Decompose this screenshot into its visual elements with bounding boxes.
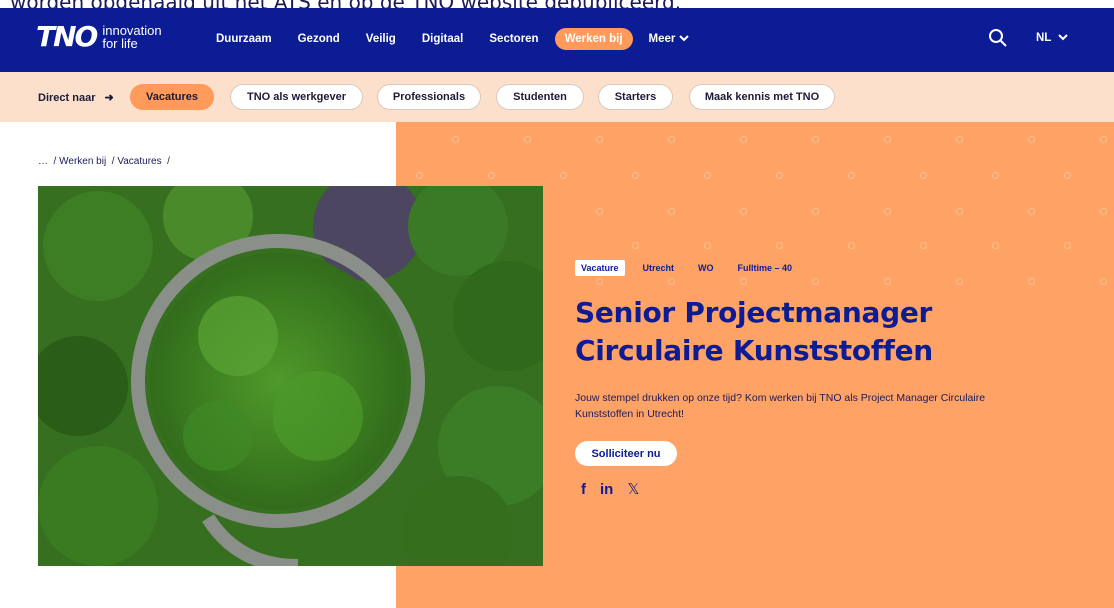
- facebook-icon[interactable]: f: [581, 481, 586, 498]
- apply-button[interactable]: Solliciteer nu: [575, 441, 677, 466]
- decorative-dot: [1028, 278, 1035, 285]
- decorative-dot: [992, 172, 999, 179]
- decorative-dot: [596, 136, 603, 143]
- direct-to-bar: Direct naar ➜ Vacatures TNO als werkgeve…: [0, 72, 1114, 122]
- chevron-down-icon: [1058, 32, 1069, 44]
- decorative-dot: [920, 242, 927, 249]
- language-selector[interactable]: NL: [1036, 32, 1069, 44]
- main-nav: Duurzaam Gezond Veilig Digitaal Sectoren…: [206, 28, 705, 50]
- decorative-dot: [848, 242, 855, 249]
- decorative-dot: [1064, 242, 1071, 249]
- nav-meer[interactable]: Meer: [639, 28, 700, 50]
- decorative-dot: [632, 172, 639, 179]
- decorative-dot: [920, 172, 927, 179]
- language-label: NL: [1036, 32, 1052, 44]
- breadcrumb: … / Werken bij / Vacatures /: [38, 156, 170, 167]
- pill-starters[interactable]: Starters: [598, 84, 673, 110]
- decorative-dot: [668, 136, 675, 143]
- tag-hours: Fulltime – 40: [737, 263, 793, 273]
- decorative-dot: [812, 278, 819, 285]
- nav-veilig[interactable]: Veilig: [356, 28, 406, 50]
- search-icon[interactable]: [988, 28, 1010, 50]
- arrow-right-icon: ➜: [104, 92, 114, 104]
- x-twitter-icon[interactable]: 𝕏: [627, 480, 639, 498]
- direct-to-text: Direct naar: [38, 92, 96, 104]
- decorative-dot: [884, 208, 891, 215]
- decorative-dot: [1028, 136, 1035, 143]
- decorative-dot: [416, 172, 423, 179]
- nav-meer-label: Meer: [648, 33, 676, 45]
- cropped-text: worden opgehaald uit het ATS en op de TN…: [10, 0, 681, 8]
- pill-tno-als-werkgever[interactable]: TNO als werkgever: [230, 84, 363, 110]
- chevron-down-icon: [679, 34, 690, 45]
- decorative-dot: [668, 278, 675, 285]
- decorative-dot: [1064, 172, 1071, 179]
- top-navigation-bar: TNO innovation for life Duurzaam Gezond …: [0, 8, 1114, 72]
- linkedin-icon[interactable]: in: [600, 481, 613, 498]
- decorative-dot: [812, 136, 819, 143]
- decorative-dot: [488, 172, 495, 179]
- nav-digitaal[interactable]: Digitaal: [412, 28, 474, 50]
- logo-mark: TNO: [36, 20, 98, 53]
- pill-professionals[interactable]: Professionals: [377, 84, 481, 110]
- job-description: Jouw stempel drukken op onze tijd? Kom w…: [575, 392, 986, 420]
- decorative-dot: [596, 208, 603, 215]
- share-links: f in 𝕏: [581, 480, 639, 499]
- tno-logo[interactable]: TNO innovation for life: [36, 20, 162, 53]
- tag-education: WO: [698, 263, 714, 273]
- hero-image-forest-circle: [38, 186, 543, 566]
- decorative-dot: [884, 136, 891, 143]
- logo-tagline-line2: for life: [102, 35, 138, 51]
- decorative-dot: [956, 136, 963, 143]
- direct-to-label: Direct naar ➜: [38, 91, 114, 104]
- breadcrumb-werken-bij[interactable]: Werken bij: [59, 156, 106, 167]
- nav-gezond[interactable]: Gezond: [288, 28, 350, 50]
- decorative-dot: [596, 278, 603, 285]
- nav-sectoren[interactable]: Sectoren: [479, 28, 548, 50]
- decorative-dot: [1100, 136, 1107, 143]
- job-title: Senior Projectmanager Circulaire Kunstst…: [575, 294, 933, 370]
- job-title-line1: Senior Projectmanager: [575, 296, 933, 329]
- decorative-dot: [740, 278, 747, 285]
- job-tags: Vacature Utrecht WO Fulltime – 40: [575, 260, 810, 276]
- decorative-dot: [668, 208, 675, 215]
- decorative-dot: [704, 172, 711, 179]
- nav-duurzaam[interactable]: Duurzaam: [206, 28, 282, 50]
- decorative-dot: [848, 172, 855, 179]
- decorative-dot: [632, 242, 639, 249]
- decorative-dot: [704, 242, 711, 249]
- decorative-dot: [956, 278, 963, 285]
- quick-links: Vacatures TNO als werkgever Professional…: [130, 84, 835, 110]
- pill-vacatures[interactable]: Vacatures: [130, 84, 214, 110]
- decorative-dot: [884, 278, 891, 285]
- nav-werken-bij[interactable]: Werken bij: [554, 28, 633, 50]
- pill-maak-kennis[interactable]: Maak kennis met TNO: [689, 84, 835, 110]
- decorative-dot: [992, 242, 999, 249]
- decorative-dot: [1028, 208, 1035, 215]
- decorative-dot: [452, 136, 459, 143]
- decorative-dot: [524, 136, 531, 143]
- decorative-dot: [740, 208, 747, 215]
- pill-studenten[interactable]: Studenten: [496, 84, 584, 110]
- tag-location: Utrecht: [642, 263, 675, 273]
- logo-tagline: innovation for life: [102, 24, 161, 50]
- decorative-dot: [1100, 278, 1107, 285]
- decorative-dot: [956, 208, 963, 215]
- breadcrumb-ellipsis[interactable]: …: [38, 156, 48, 167]
- decorative-dot: [776, 242, 783, 249]
- decorative-dot: [740, 136, 747, 143]
- breadcrumb-vacatures[interactable]: Vacatures: [117, 156, 161, 167]
- tag-vacature: Vacature: [575, 260, 625, 276]
- decorative-dot: [560, 172, 567, 179]
- decorative-dot: [1100, 208, 1107, 215]
- decorative-dot: [812, 208, 819, 215]
- job-title-line2: Circulaire Kunststoffen: [575, 334, 933, 367]
- decorative-dot: [776, 172, 783, 179]
